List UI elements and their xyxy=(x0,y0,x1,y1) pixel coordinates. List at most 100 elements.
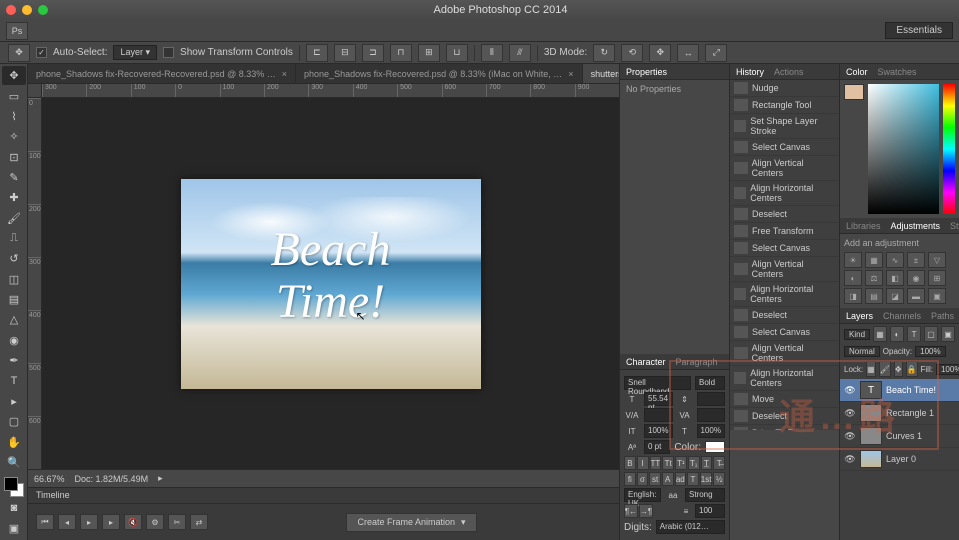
maximize-window-button[interactable] xyxy=(38,5,48,15)
text-color-swatch[interactable] xyxy=(705,441,725,453)
history-item[interactable]: Deselect xyxy=(730,408,839,425)
3d-slide-icon[interactable]: ↔ xyxy=(677,44,699,62)
smallcaps-button[interactable]: Tt xyxy=(662,456,674,470)
colorbalance-adj-icon[interactable]: ⚖ xyxy=(865,270,883,286)
align-right-icon[interactable]: ⊐ xyxy=(362,44,384,62)
history-item[interactable]: Free Transform xyxy=(730,223,839,240)
opacity-field[interactable]: 100% xyxy=(915,346,945,357)
layer-name[interactable]: Rectangle 1 xyxy=(886,408,934,418)
layer-row[interactable]: 👁Curves 1 xyxy=(840,425,959,448)
layer-row[interactable]: 👁Layer 0 xyxy=(840,448,959,471)
pen-tool[interactable]: ✒ xyxy=(2,351,26,370)
ruler-horizontal[interactable]: 3002001000100200300400500600700800900 xyxy=(28,84,619,98)
layer-name[interactable]: Curves 1 xyxy=(886,431,922,441)
styles-tab[interactable]: Styles xyxy=(950,221,959,231)
underline-button[interactable]: T̲ xyxy=(701,456,713,470)
history-tab[interactable]: History xyxy=(736,67,764,77)
close-window-button[interactable] xyxy=(6,5,16,15)
layer-row[interactable]: 👁Rectangle 1 xyxy=(840,402,959,425)
font-size-field[interactable]: 55.54 pt xyxy=(644,392,673,406)
opentype-icon[interactable]: ad xyxy=(675,472,687,486)
gradientmap-adj-icon[interactable]: ▬ xyxy=(907,288,925,304)
history-item[interactable]: Deselect xyxy=(730,307,839,324)
opentype-icon[interactable]: T xyxy=(687,472,699,486)
filter-text-icon[interactable]: T xyxy=(907,326,921,342)
history-brush-tool[interactable]: ↺ xyxy=(2,249,26,268)
filter-adj-icon[interactable]: ◐ xyxy=(890,326,904,342)
swatches-tab[interactable]: Swatches xyxy=(878,67,917,77)
split-clip-button[interactable]: ✂ xyxy=(168,514,186,530)
next-frame-button[interactable]: ▸ xyxy=(102,514,120,530)
create-frame-animation-button[interactable]: Create Frame Animation▾ xyxy=(346,513,476,532)
opentype-icon[interactable]: fi xyxy=(624,472,636,486)
character-tab[interactable]: Character xyxy=(626,357,666,367)
opentype-icon[interactable]: ½ xyxy=(713,472,725,486)
layer-thumbnail[interactable] xyxy=(860,404,882,422)
hue-slider[interactable] xyxy=(943,84,955,214)
layer-filter-dropdown[interactable]: Kind xyxy=(844,329,870,340)
auto-select-dropdown[interactable]: Layer ▾ xyxy=(113,45,157,60)
opentype-icon[interactable]: σ xyxy=(637,472,649,486)
leading-field[interactable] xyxy=(697,392,726,406)
eraser-tool[interactable]: ◫ xyxy=(2,270,26,289)
adjustments-tab[interactable]: Adjustments xyxy=(891,221,941,231)
text-layer-content[interactable]: BeachTime! xyxy=(181,224,481,330)
magic-wand-tool[interactable]: ✧ xyxy=(2,127,26,146)
opentype-icon[interactable]: A xyxy=(662,472,674,486)
crop-tool[interactable]: ⊡ xyxy=(2,147,26,166)
text-dir-button[interactable]: →¶ xyxy=(639,504,653,518)
history-item[interactable]: Select Canvas xyxy=(730,324,839,341)
distribute-icon[interactable]: ⫴ xyxy=(481,44,503,62)
workspace-switcher[interactable]: Essentials xyxy=(885,22,953,39)
close-tab-icon[interactable]: × xyxy=(282,69,287,79)
invert-adj-icon[interactable]: ◨ xyxy=(844,288,862,304)
exposure-adj-icon[interactable]: ± xyxy=(907,252,925,268)
history-item[interactable]: Rectangle Tool xyxy=(730,97,839,114)
opentype-icon[interactable]: 1st xyxy=(700,472,713,486)
document-tab[interactable]: phone_Shadows fix-Recovered-Recovered.ps… xyxy=(28,64,296,83)
history-item[interactable]: Align Vertical Centers xyxy=(730,341,839,366)
brush-tool[interactable]: 🖌 xyxy=(2,209,26,228)
align-left-icon[interactable]: ⊏ xyxy=(306,44,328,62)
libraries-tab[interactable]: Libraries xyxy=(846,221,881,231)
font-family-dropdown[interactable]: Snell Roundhand xyxy=(624,376,691,390)
font-style-dropdown[interactable]: Bold xyxy=(695,376,725,390)
document-info[interactable]: Doc: 1.82M/5.49M xyxy=(75,474,149,484)
clone-stamp-tool[interactable]: ⎍ xyxy=(2,229,26,248)
vibrance-adj-icon[interactable]: ▽ xyxy=(928,252,946,268)
align-center-v-icon[interactable]: ⊞ xyxy=(418,44,440,62)
history-item[interactable]: Select Canvas xyxy=(730,139,839,156)
allcaps-button[interactable]: TT xyxy=(650,456,662,470)
layers-tab[interactable]: Layers xyxy=(846,311,873,321)
foreground-background-colors[interactable] xyxy=(2,477,26,497)
fill-field[interactable]: 100% xyxy=(936,364,959,375)
channels-tab[interactable]: Channels xyxy=(883,311,921,321)
tracking-field[interactable] xyxy=(697,408,726,422)
3d-rotate-icon[interactable]: ↻ xyxy=(593,44,615,62)
layer-visibility-toggle[interactable]: 👁 xyxy=(844,384,856,396)
lasso-tool[interactable]: ⌇ xyxy=(2,107,26,126)
play-button[interactable]: ▸ xyxy=(80,514,98,530)
current-color-swatch[interactable] xyxy=(844,84,864,100)
layer-thumbnail[interactable] xyxy=(860,427,882,445)
layer-name[interactable]: Beach Time! xyxy=(886,385,936,395)
properties-tab[interactable]: Properties xyxy=(626,67,667,77)
opentype-icon[interactable]: st xyxy=(649,472,661,486)
selectivecolor-adj-icon[interactable]: ▣ xyxy=(928,288,946,304)
history-item[interactable]: Bring To Front xyxy=(730,425,839,430)
zoom-tool[interactable]: 🔍 xyxy=(2,453,26,472)
actions-tab[interactable]: Actions xyxy=(774,67,804,77)
timeline-header[interactable]: Timeline xyxy=(28,488,619,504)
history-item[interactable]: Nudge xyxy=(730,80,839,97)
history-item[interactable]: Align Horizontal Centers xyxy=(730,366,839,391)
3d-roll-icon[interactable]: ⟲ xyxy=(621,44,643,62)
transition-button[interactable]: ⇄ xyxy=(190,514,208,530)
blend-mode-dropdown[interactable]: Normal xyxy=(844,346,880,357)
color-picker-field[interactable] xyxy=(868,84,939,214)
align-center-h-icon[interactable]: ⊟ xyxy=(334,44,356,62)
quick-mask-toggle[interactable]: ◙ xyxy=(2,498,26,517)
show-transform-checkbox[interactable] xyxy=(163,47,174,58)
levels-adj-icon[interactable]: ▦ xyxy=(865,252,883,268)
history-item[interactable]: Deselect xyxy=(730,206,839,223)
history-item[interactable]: Align Vertical Centers xyxy=(730,156,839,181)
